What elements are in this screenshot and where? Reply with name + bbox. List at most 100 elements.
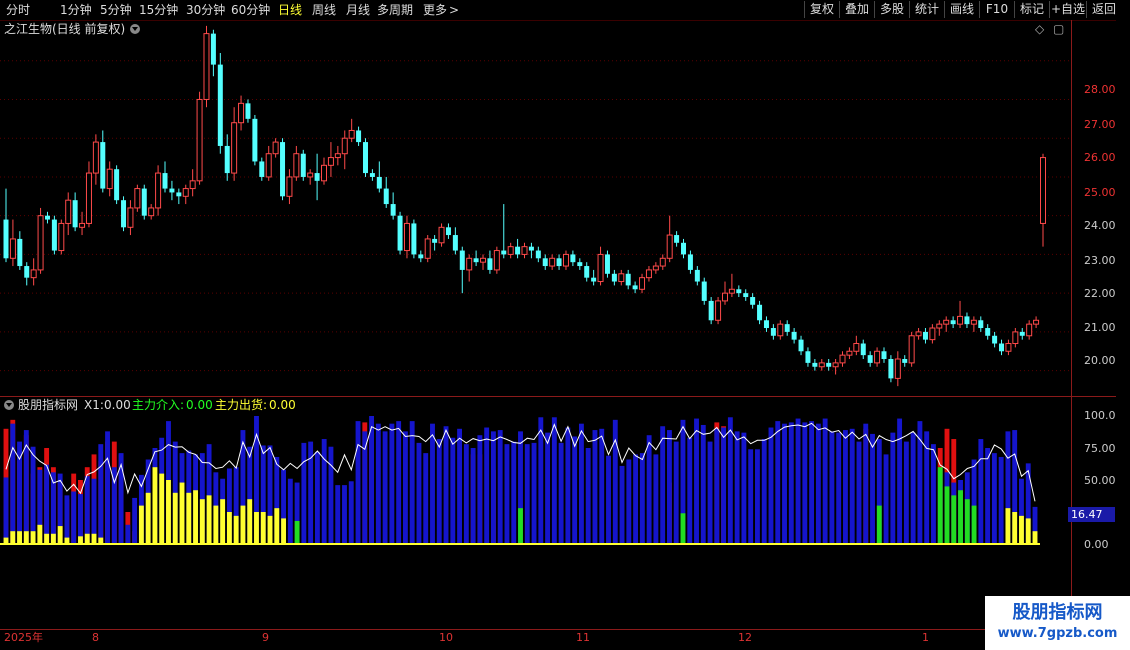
candle-body	[929, 327, 936, 341]
tab-30min[interactable]: 30分钟	[186, 2, 225, 18]
indicator-blue-bar	[578, 423, 584, 544]
indicator-tick: 0.00	[1084, 538, 1109, 551]
candle-body	[1019, 331, 1025, 336]
candle-body	[9, 238, 16, 259]
indicator-blue-bar	[430, 423, 435, 544]
indicator-blue-bar	[883, 454, 889, 544]
statistics-button[interactable]: 统计	[909, 1, 944, 18]
indicator-blue-bar	[978, 439, 984, 544]
indicator-yellow-bar	[281, 518, 286, 544]
candle-body	[1026, 323, 1033, 337]
candle-body	[936, 323, 943, 329]
indicator-blue-bar	[443, 426, 449, 544]
candle-body	[521, 246, 528, 255]
date-month-label: 9	[262, 631, 269, 644]
candle-body	[65, 199, 72, 224]
candle-body	[1033, 319, 1040, 325]
candle-body	[763, 320, 769, 329]
date-axis-divider	[0, 629, 1116, 630]
indicator-blue-bar	[314, 451, 320, 544]
tab-weekly[interactable]: 周线	[312, 2, 336, 18]
candle-body	[985, 328, 991, 336]
indicator-yellow-bar	[179, 482, 185, 544]
back-button[interactable]: 返回	[1086, 1, 1121, 18]
adjust-button[interactable]: 复权	[804, 1, 839, 18]
current-value-badge: 16.47	[1068, 507, 1115, 522]
multi-stock-button[interactable]: 多股	[874, 1, 909, 18]
price-tick: 20.00	[1084, 354, 1116, 367]
candle-body	[169, 188, 175, 193]
indicator-blue-bar	[897, 418, 903, 544]
date-month-label: 10	[439, 631, 453, 644]
tab-60min[interactable]: 60分钟	[231, 2, 270, 18]
candle-body	[577, 262, 583, 267]
indicator-blue-bar	[998, 456, 1004, 544]
candle-body	[100, 142, 106, 189]
candle-body	[666, 234, 673, 259]
tab-5min[interactable]: 5分钟	[100, 2, 132, 18]
indicator-blue-bar	[335, 485, 341, 544]
candle-body	[238, 102, 245, 124]
indicator-blue-bar	[714, 428, 720, 544]
mark-button[interactable]: 标记	[1014, 1, 1049, 18]
indicator-blue-bar	[931, 444, 936, 544]
candle-body	[542, 258, 548, 267]
candle-body	[874, 350, 881, 364]
candle-body	[902, 359, 908, 363]
indicator-blue-bar	[585, 448, 591, 544]
indicator-blue-bar	[98, 444, 104, 544]
indicator-yellow-bar	[91, 533, 97, 544]
candle-body	[383, 188, 389, 205]
candle-body	[487, 258, 493, 270]
candle-body	[245, 103, 251, 119]
indicator-blue-bar	[321, 439, 327, 544]
indicator-blue-bar	[795, 418, 801, 544]
overlay-button[interactable]: 叠加	[839, 1, 874, 18]
indicator-blue-bar	[531, 442, 537, 544]
indicator-yellow-bar	[247, 499, 253, 544]
candle-body	[721, 292, 728, 302]
candle-body	[507, 246, 514, 255]
indicator-blue-bar	[436, 439, 442, 544]
indicator-blue-bar	[592, 430, 598, 544]
draw-line-button[interactable]: 画线	[944, 1, 979, 18]
f10-button[interactable]: F10	[979, 1, 1014, 18]
indicator-yellow-bar	[159, 473, 165, 544]
tab-intraday[interactable]: 分时	[6, 2, 30, 18]
candle-body	[757, 304, 763, 321]
indicator-yellow-bar	[186, 492, 192, 544]
candle-body	[950, 320, 956, 325]
chevron-right-icon[interactable]: >	[449, 2, 459, 18]
indicator-blue-bar	[721, 427, 727, 544]
indicator-yellow-bar	[213, 505, 219, 544]
indicator-blue-bar	[991, 453, 997, 544]
tab-monthly[interactable]: 月线	[346, 2, 370, 18]
add-watchlist-button[interactable]: +自选	[1049, 1, 1086, 18]
tab-more[interactable]: 更多	[423, 2, 447, 18]
indicator-blue-bar	[64, 495, 70, 544]
indicator-blue-bar	[843, 430, 848, 544]
candle-body	[784, 324, 790, 332]
candle-body	[141, 188, 147, 216]
candle-body	[452, 235, 458, 251]
candle-body	[528, 246, 534, 251]
candle-body	[189, 180, 196, 190]
tab-daily[interactable]: 日线	[278, 2, 302, 18]
candle-body	[148, 207, 155, 217]
candle-body	[314, 173, 320, 181]
watermark-url: www.7gpzb.com	[997, 626, 1118, 641]
indicator-blue-bar	[606, 455, 611, 544]
tab-multi-period[interactable]: 多周期	[377, 2, 413, 18]
indicator-blue-bar	[504, 444, 510, 544]
candle-body	[231, 122, 238, 174]
tab-15min[interactable]: 15分钟	[139, 2, 178, 18]
candle-body	[369, 173, 375, 177]
candle-body	[362, 142, 368, 174]
candle-body	[694, 269, 700, 282]
indicator-yellow-bar	[10, 531, 16, 544]
indicator-tick: 100.0	[1084, 409, 1116, 422]
indicator-blue-bar	[849, 428, 855, 544]
tab-1min[interactable]: 1分钟	[60, 2, 92, 18]
candle-body	[293, 153, 300, 178]
candle-body	[805, 351, 811, 363]
